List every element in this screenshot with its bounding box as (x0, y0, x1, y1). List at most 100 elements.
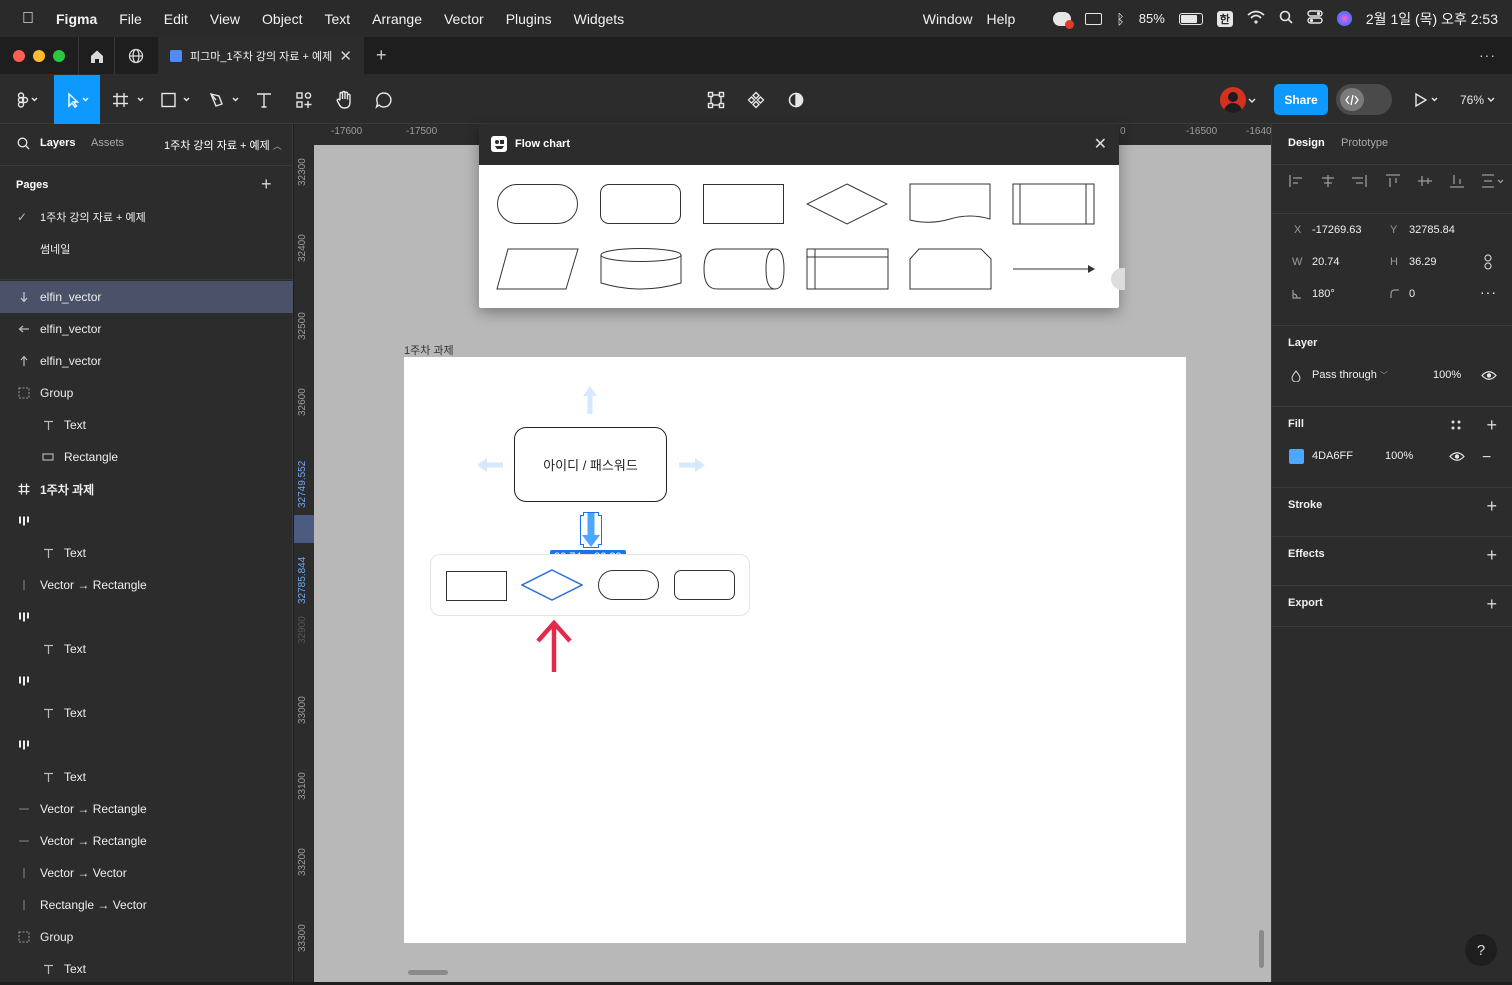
text-tool-button[interactable] (250, 75, 278, 124)
layer-row[interactable]: elfin_vector (0, 345, 293, 377)
arrow-up-icon[interactable] (582, 385, 598, 415)
frame-tool-button[interactable] (108, 75, 148, 124)
share-button[interactable]: Share (1274, 84, 1328, 115)
flow-chart-widget[interactable]: Flow chart ✕ (479, 124, 1125, 308)
page-item[interactable]: ✓ 1주차 강의 자료 + 예제 (0, 201, 293, 233)
siri-icon[interactable] (1336, 11, 1352, 26)
arrow-right-icon[interactable] (678, 457, 706, 473)
bluetooth-icon[interactable]: ᛒ (1116, 11, 1124, 27)
dev-mode-toggle[interactable] (1336, 84, 1392, 115)
blend-mode-select[interactable]: Pass through ﹀ (1312, 369, 1388, 381)
fill-color-swatch[interactable] (1289, 449, 1304, 464)
comment-tool-button[interactable] (370, 75, 398, 124)
layer-row[interactable]: Vector → Rectangle (0, 793, 293, 825)
menubar-clock[interactable]: 2월 1일 (목) 오후 2:53 (1366, 9, 1498, 29)
shape-connector-arrow[interactable] (1012, 263, 1096, 275)
layer-row[interactable]: Vector → Vector (0, 857, 293, 889)
layer-row[interactable] (0, 601, 293, 633)
more-icon[interactable]: ··· (1479, 47, 1496, 63)
close-icon[interactable]: ✕ (1094, 134, 1107, 154)
layer-row[interactable] (0, 505, 293, 537)
tab-design[interactable]: Design (1288, 137, 1325, 149)
eye-icon[interactable] (1449, 451, 1465, 462)
mask-button[interactable] (782, 75, 810, 124)
new-tab-button[interactable]: + (376, 45, 387, 66)
menu-object[interactable]: Object (251, 11, 313, 27)
menu-edit[interactable]: Edit (153, 11, 199, 27)
zoom-menu[interactable]: 76% (1454, 75, 1504, 124)
input-source-icon[interactable]: 한 (1216, 10, 1233, 27)
fill-hex-input[interactable]: 4DA6FF (1312, 450, 1353, 462)
layer-row[interactable]: Rectangle (0, 441, 293, 473)
hand-tool-button[interactable] (330, 75, 358, 124)
styles-grid-icon[interactable] (1450, 419, 1462, 431)
fill-opacity-input[interactable]: 100% (1385, 450, 1413, 462)
arrow-left-icon[interactable] (476, 457, 504, 473)
option-terminal[interactable] (598, 570, 659, 600)
home-icon[interactable] (78, 37, 115, 75)
layer-row[interactable]: Rectangle → Vector (0, 889, 293, 921)
layer-row[interactable]: Text (0, 633, 293, 665)
wifi-icon[interactable] (1247, 10, 1265, 27)
h-input[interactable]: 36.29 (1409, 256, 1437, 268)
main-menu-button[interactable] (8, 75, 44, 124)
layer-row[interactable]: Group (0, 377, 293, 409)
tab-layers[interactable]: Layers (40, 137, 75, 149)
window-zoom-button[interactable] (53, 50, 65, 62)
menu-vector[interactable]: Vector (433, 11, 495, 27)
frame-label[interactable]: 1주차 과제 (404, 342, 454, 358)
y-input[interactable]: 32785.84 (1409, 224, 1455, 236)
shape-tool-button[interactable] (156, 75, 196, 124)
layer-row[interactable]: Group (0, 921, 293, 953)
tab-prototype[interactable]: Prototype (1341, 137, 1388, 149)
menu-file[interactable]: File (108, 11, 153, 27)
layer-row[interactable] (0, 729, 293, 761)
create-component-button[interactable] (742, 75, 770, 124)
option-process-rounded[interactable] (674, 570, 735, 600)
file-tab[interactable]: 피그마_1주차 강의 자료 + 예제 ✕ (158, 37, 364, 75)
add-page-button[interactable]: + (261, 174, 272, 195)
horizontal-scrollbar[interactable] (408, 970, 448, 975)
shape-rounded-rectangle[interactable] (600, 184, 681, 224)
more-options-icon[interactable]: ··· (1480, 284, 1497, 300)
menu-view[interactable]: View (199, 11, 251, 27)
resources-tool-button[interactable] (290, 75, 318, 124)
shape-manual-input[interactable] (909, 248, 993, 290)
search-layers-icon[interactable] (17, 137, 30, 153)
layer-row[interactable]: Text (0, 697, 293, 729)
option-diamond[interactable] (521, 569, 583, 601)
layer-row[interactable] (0, 665, 293, 697)
add-effect-button[interactable]: + (1486, 546, 1497, 564)
rotation-input[interactable]: 180° (1312, 288, 1335, 300)
corner-radius-input[interactable]: 0 (1409, 288, 1415, 300)
layer-row[interactable]: Vector → Rectangle (0, 569, 293, 601)
add-export-button[interactable]: + (1486, 595, 1497, 613)
option-rectangle[interactable] (446, 571, 507, 601)
shape-data[interactable] (496, 248, 580, 290)
shape-database[interactable] (599, 247, 683, 291)
move-tool-button[interactable] (54, 75, 100, 124)
layer-row[interactable]: Text (0, 761, 293, 793)
layer-row[interactable]: Text (0, 953, 293, 985)
battery-icon[interactable] (1178, 12, 1203, 25)
menu-widgets[interactable]: Widgets (563, 11, 636, 27)
add-stroke-button[interactable]: + (1486, 497, 1497, 515)
menu-help[interactable]: Help (987, 11, 1016, 27)
menu-window[interactable]: Window (923, 11, 973, 27)
remove-fill-button[interactable]: − (1482, 449, 1491, 467)
layer-row[interactable]: elfin_vector (0, 281, 293, 313)
menu-text[interactable]: Text (313, 11, 361, 27)
layer-opacity-input[interactable]: 100% (1433, 369, 1461, 381)
constrain-proportions-icon[interactable] (1483, 254, 1493, 270)
shape-terminal[interactable] (497, 184, 578, 224)
search-icon[interactable] (1279, 10, 1293, 27)
window-close-button[interactable] (13, 50, 25, 62)
layer-row[interactable]: Vector → Rectangle (0, 825, 293, 857)
layer-row[interactable]: 1주차 과제 (0, 473, 293, 505)
shape-direct-data[interactable] (703, 248, 787, 290)
align-icons[interactable] (1288, 173, 1504, 189)
eye-icon[interactable] (1481, 370, 1497, 381)
close-tab-icon[interactable]: ✕ (339, 47, 352, 65)
shape-predefined-process[interactable] (1012, 183, 1096, 225)
user-avatar-button[interactable] (1216, 75, 1262, 124)
